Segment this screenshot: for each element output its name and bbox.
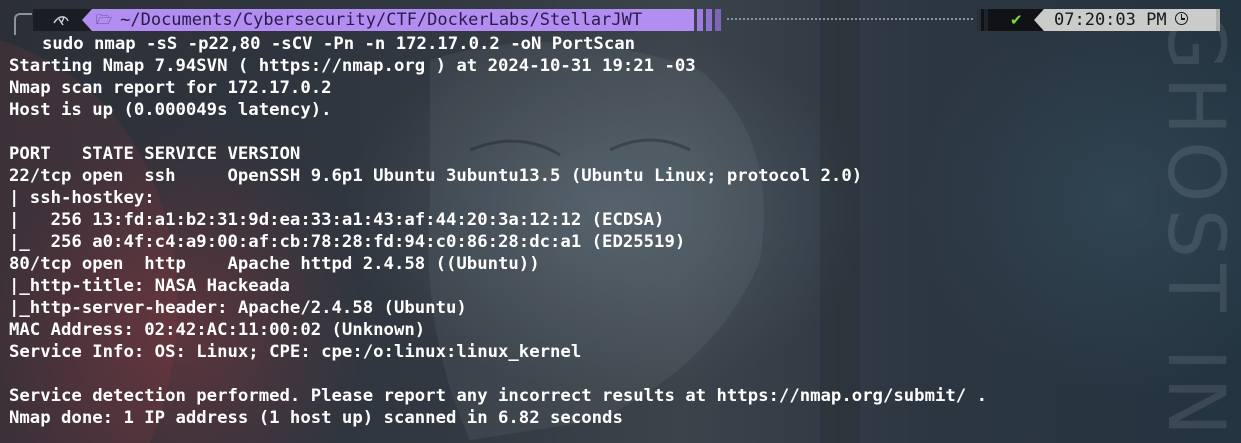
folder-icon: 🗁	[96, 13, 113, 28]
path-segment-fade	[706, 9, 712, 31]
time-segment-edge	[1216, 9, 1220, 31]
prompt-time: 07:20:03 PM	[1054, 10, 1167, 30]
output-line: |_http-server-header: Apache/2.4.58 (Ubu…	[9, 298, 467, 318]
terminal-window[interactable]: GHOST IN THE SHELL 🗁 ~/Documents/Cybersec…	[0, 0, 1241, 443]
output-line: Host is up (0.000049s latency).	[9, 100, 332, 120]
kali-dragon-icon	[53, 16, 69, 26]
wallpaper-title: GHOST IN THE SHELL	[1150, 10, 1240, 440]
prompt-filler-dots	[727, 18, 973, 22]
time-segment: 07:20:03 PM	[1034, 9, 1218, 31]
output-line: 80/tcp open http Apache httpd 2.4.58 ((U…	[9, 254, 540, 274]
prompt-corner-bracket	[14, 13, 32, 35]
checkmark-icon: ✔	[1010, 11, 1023, 29]
time-display: 07:20:03 PM	[1054, 11, 1188, 29]
output-line: Starting Nmap 7.94SVN ( https://nmap.org…	[9, 56, 696, 76]
clock-icon	[1174, 12, 1188, 25]
status-segment: ✔	[977, 9, 1043, 31]
path-segment-fade	[697, 9, 703, 31]
output-line: Nmap scan report for 172.17.0.2	[9, 78, 332, 98]
output-line: Nmap done: 1 IP address (1 host up) scan…	[9, 408, 623, 428]
output-line: |_ 256 a0:4f:c4:a9:00:af:cb:78:28:fd:94:…	[9, 232, 686, 252]
output-line: MAC Address: 02:42:AC:11:00:02 (Unknown)	[9, 320, 426, 340]
output-line: 22/tcp open ssh OpenSSH 9.6p1 Ubuntu 3ub…	[9, 166, 863, 186]
output-line: PORT STATE SERVICE VERSION	[9, 144, 301, 164]
current-path: ~/Documents/Cybersecurity/CTF/DockerLabs…	[120, 10, 643, 30]
prompt-bar: 🗁 ~/Documents/Cybersecurity/CTF/DockerLab…	[0, 9, 1241, 31]
terminal-output[interactable]: sudo nmap -sS -p22,80 -sCV -Pn -n 172.17…	[9, 33, 987, 429]
command-line[interactable]: sudo nmap -sS -p22,80 -sCV -Pn -n 172.17…	[9, 33, 987, 55]
path-text: 🗁 ~/Documents/Cybersecurity/CTF/DockerLab…	[96, 11, 642, 30]
path-segment-fade	[715, 9, 721, 31]
output-line: | 256 13:fd:a1:b2:31:9d:ea:33:a1:43:af:4…	[9, 210, 665, 230]
output-line: | ssh-hostkey:	[9, 188, 166, 208]
output-line: Service detection performed. Please repo…	[9, 386, 987, 406]
output-line: Service Info: OS: Linux; CPE: cpe:/o:lin…	[9, 342, 582, 362]
output-line: |_http-title: NASA Hackeada	[9, 276, 290, 296]
path-segment: 🗁 ~/Documents/Cybersecurity/CTF/DockerLab…	[82, 9, 694, 31]
